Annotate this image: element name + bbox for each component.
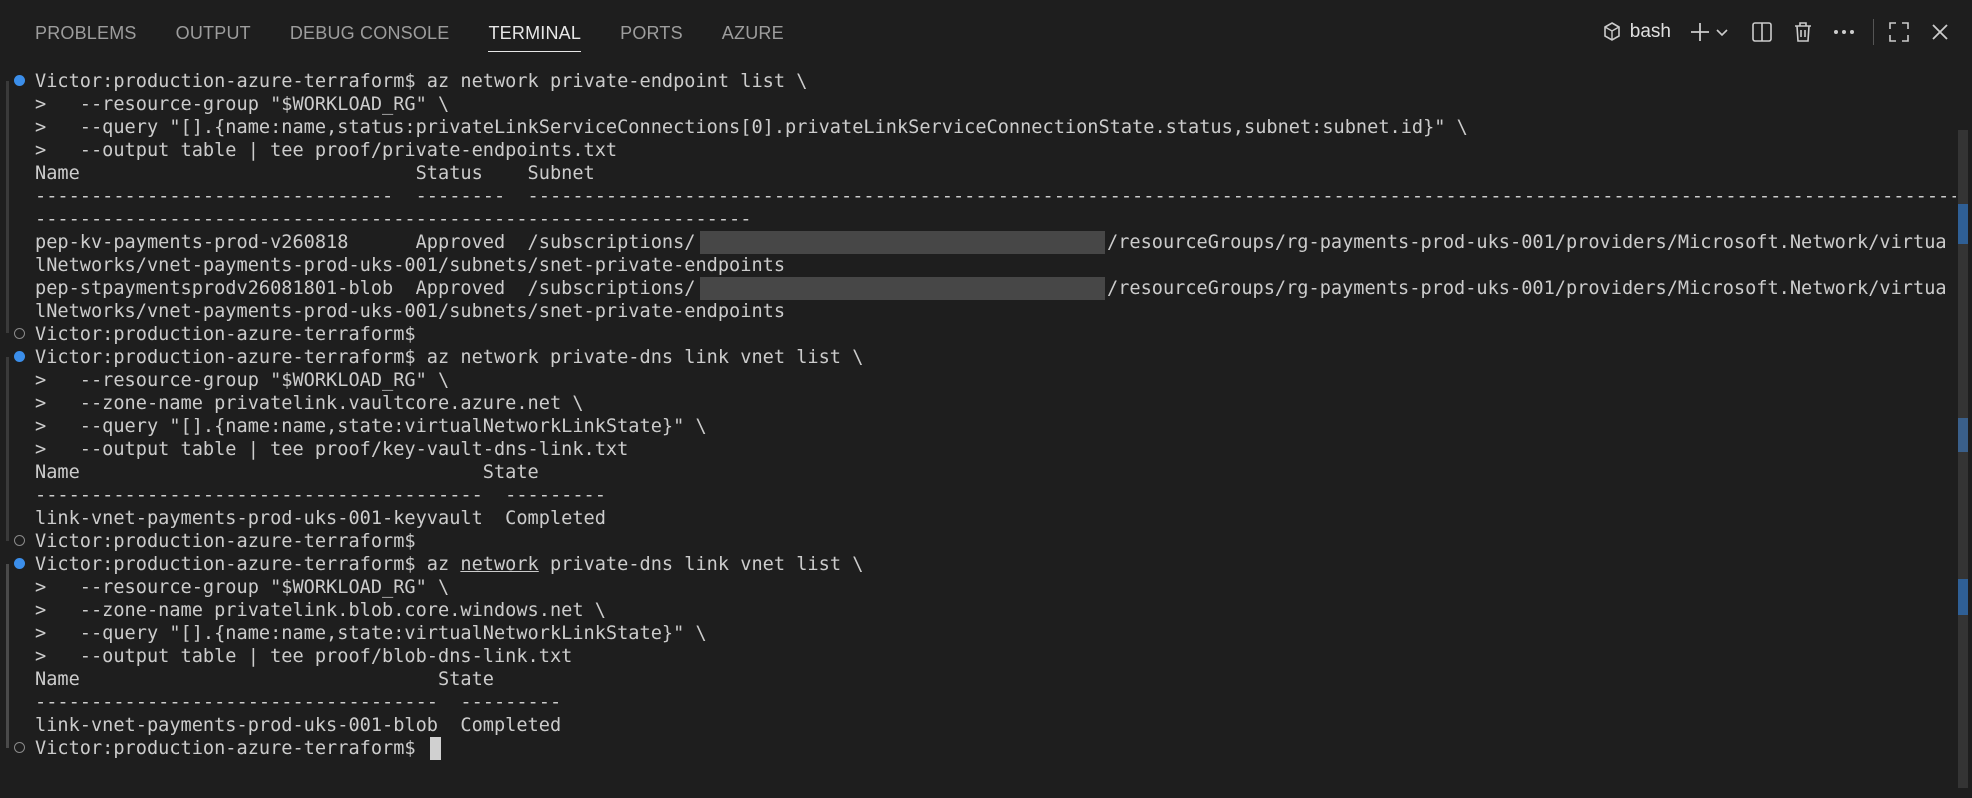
terminal-line: > --zone-name privatelink.blob.core.wind… xyxy=(35,600,606,621)
redacted-subscription-id xyxy=(700,277,1105,300)
kill-terminal-button[interactable] xyxy=(1793,15,1813,49)
maximize-icon xyxy=(1888,21,1910,43)
ellipsis-icon xyxy=(1833,29,1855,35)
tab-problems[interactable]: PROBLEMS xyxy=(35,0,137,64)
tab-azure[interactable]: AZURE xyxy=(722,0,784,64)
terminal-line: Victor:production-azure-terraform$ xyxy=(35,324,416,345)
terminal-cursor xyxy=(430,737,441,760)
terminal-line: > --query "[].{name:name,state:virtualNe… xyxy=(35,623,707,644)
command-group-bar xyxy=(6,81,9,333)
table-row: pep-stpaymentsprodv26081801-blob Approve… xyxy=(35,278,696,299)
table-row-wrap: lNetworks/vnet-payments-prod-uks-001/sub… xyxy=(35,301,786,322)
overview-ruler-mark xyxy=(1958,418,1968,452)
terminal-icon xyxy=(1602,21,1622,43)
table-separator: ------------------------------------ ---… xyxy=(35,692,562,713)
terminal-line: > --resource-group "$WORKLOAD_RG" \ xyxy=(35,577,450,598)
terminal-line: > --output table | tee proof/private-end… xyxy=(35,140,618,161)
prompt: Victor:production-azure-terraform$ xyxy=(35,347,416,368)
table-separator: ----------------------------------------… xyxy=(35,209,752,230)
tab-terminal[interactable]: TERMINAL xyxy=(488,0,581,64)
terminal-line: Victor:production-azure-terraform$ xyxy=(35,531,416,552)
launch-profile-button[interactable] xyxy=(1715,15,1729,49)
terminal-line: Victor:production-azure-terraform$ az ne… xyxy=(35,554,864,575)
split-icon xyxy=(1751,21,1773,43)
table-row-continued: /resourceGroups/rg-payments-prod-uks-001… xyxy=(1107,278,1947,299)
table-row: link-vnet-payments-prod-uks-001-blob Com… xyxy=(35,715,562,736)
terminal-line: > --zone-name privatelink.vaultcore.azur… xyxy=(35,393,584,414)
terminal-line: Victor:production-azure-terraform$ xyxy=(35,738,416,759)
chevron-down-icon xyxy=(1715,25,1729,39)
panel-actions: bash xyxy=(1596,0,1950,64)
terminal-viewport[interactable]: Victor:production-azure-terraform$ az ne… xyxy=(0,70,1956,788)
panel-tabs: PROBLEMS OUTPUT DEBUG CONSOLE TERMINAL P… xyxy=(35,0,823,64)
table-row: pep-kv-payments-prod-v260818 Approved /s… xyxy=(35,232,696,253)
panel-header: PROBLEMS OUTPUT DEBUG CONSOLE TERMINAL P… xyxy=(0,0,1972,64)
close-icon xyxy=(1930,22,1950,42)
trash-icon xyxy=(1793,21,1813,43)
terminal-line: Victor:production-azure-terraform$ az ne… xyxy=(35,347,864,368)
table-header: Name State xyxy=(35,669,494,690)
table-header: Name State xyxy=(35,462,539,483)
tab-debug-console[interactable]: DEBUG CONSOLE xyxy=(290,0,450,64)
prompt: Victor:production-azure-terraform$ xyxy=(35,71,416,92)
tab-output[interactable]: OUTPUT xyxy=(176,0,251,64)
command-decoration-success[interactable] xyxy=(14,558,25,569)
more-actions-button[interactable] xyxy=(1833,15,1855,49)
terminal-line: Victor:production-azure-terraform$ az ne… xyxy=(35,71,808,92)
terminal-line: > --output table | tee proof/blob-dns-li… xyxy=(35,646,573,667)
actions-divider xyxy=(1873,19,1874,45)
command-decoration-success[interactable] xyxy=(14,351,25,362)
tab-ports[interactable]: PORTS xyxy=(620,0,683,64)
table-separator: -------------------------------- -------… xyxy=(35,186,1956,207)
table-separator: ----------------------------------------… xyxy=(35,485,606,506)
redacted-subscription-id xyxy=(700,231,1105,254)
command-group-bar xyxy=(6,357,9,541)
split-terminal-button[interactable] xyxy=(1751,15,1773,49)
table-row: link-vnet-payments-prod-uks-001-keyvault… xyxy=(35,508,606,529)
overview-ruler-mark xyxy=(1958,579,1968,615)
command-decoration-empty[interactable] xyxy=(14,328,25,339)
terminal-line: > --output table | tee proof/key-vault-d… xyxy=(35,439,629,460)
close-panel-button[interactable] xyxy=(1930,15,1950,49)
terminal-line: > --resource-group "$WORKLOAD_RG" \ xyxy=(35,370,450,391)
shell-selector[interactable]: bash xyxy=(1602,15,1671,49)
table-header: Name Status Subnet xyxy=(35,163,595,184)
hover-link[interactable]: network xyxy=(460,554,538,575)
table-row-continued: /resourceGroups/rg-payments-prod-uks-001… xyxy=(1107,232,1947,253)
command-decoration-empty[interactable] xyxy=(14,535,25,546)
table-row-wrap: lNetworks/vnet-payments-prod-uks-001/sub… xyxy=(35,255,786,276)
command-decoration-success[interactable] xyxy=(14,75,25,86)
command-group-bar xyxy=(6,564,9,748)
overview-ruler-mark xyxy=(1958,204,1968,244)
terminal-scrollbar[interactable] xyxy=(1956,64,1972,798)
maximize-panel-button[interactable] xyxy=(1888,15,1910,49)
prompt: Victor:production-azure-terraform$ xyxy=(35,554,416,575)
command-decoration-empty[interactable] xyxy=(14,742,25,753)
terminal-line: > --query "[].{name:name,state:virtualNe… xyxy=(35,416,707,437)
shell-name: bash xyxy=(1629,21,1671,42)
terminal-line: > --resource-group "$WORKLOAD_RG" \ xyxy=(35,94,450,115)
plus-icon xyxy=(1689,21,1711,43)
new-terminal-button[interactable] xyxy=(1689,15,1711,49)
terminal-line: > --query "[].{name:name,status:privateL… xyxy=(35,117,1468,138)
